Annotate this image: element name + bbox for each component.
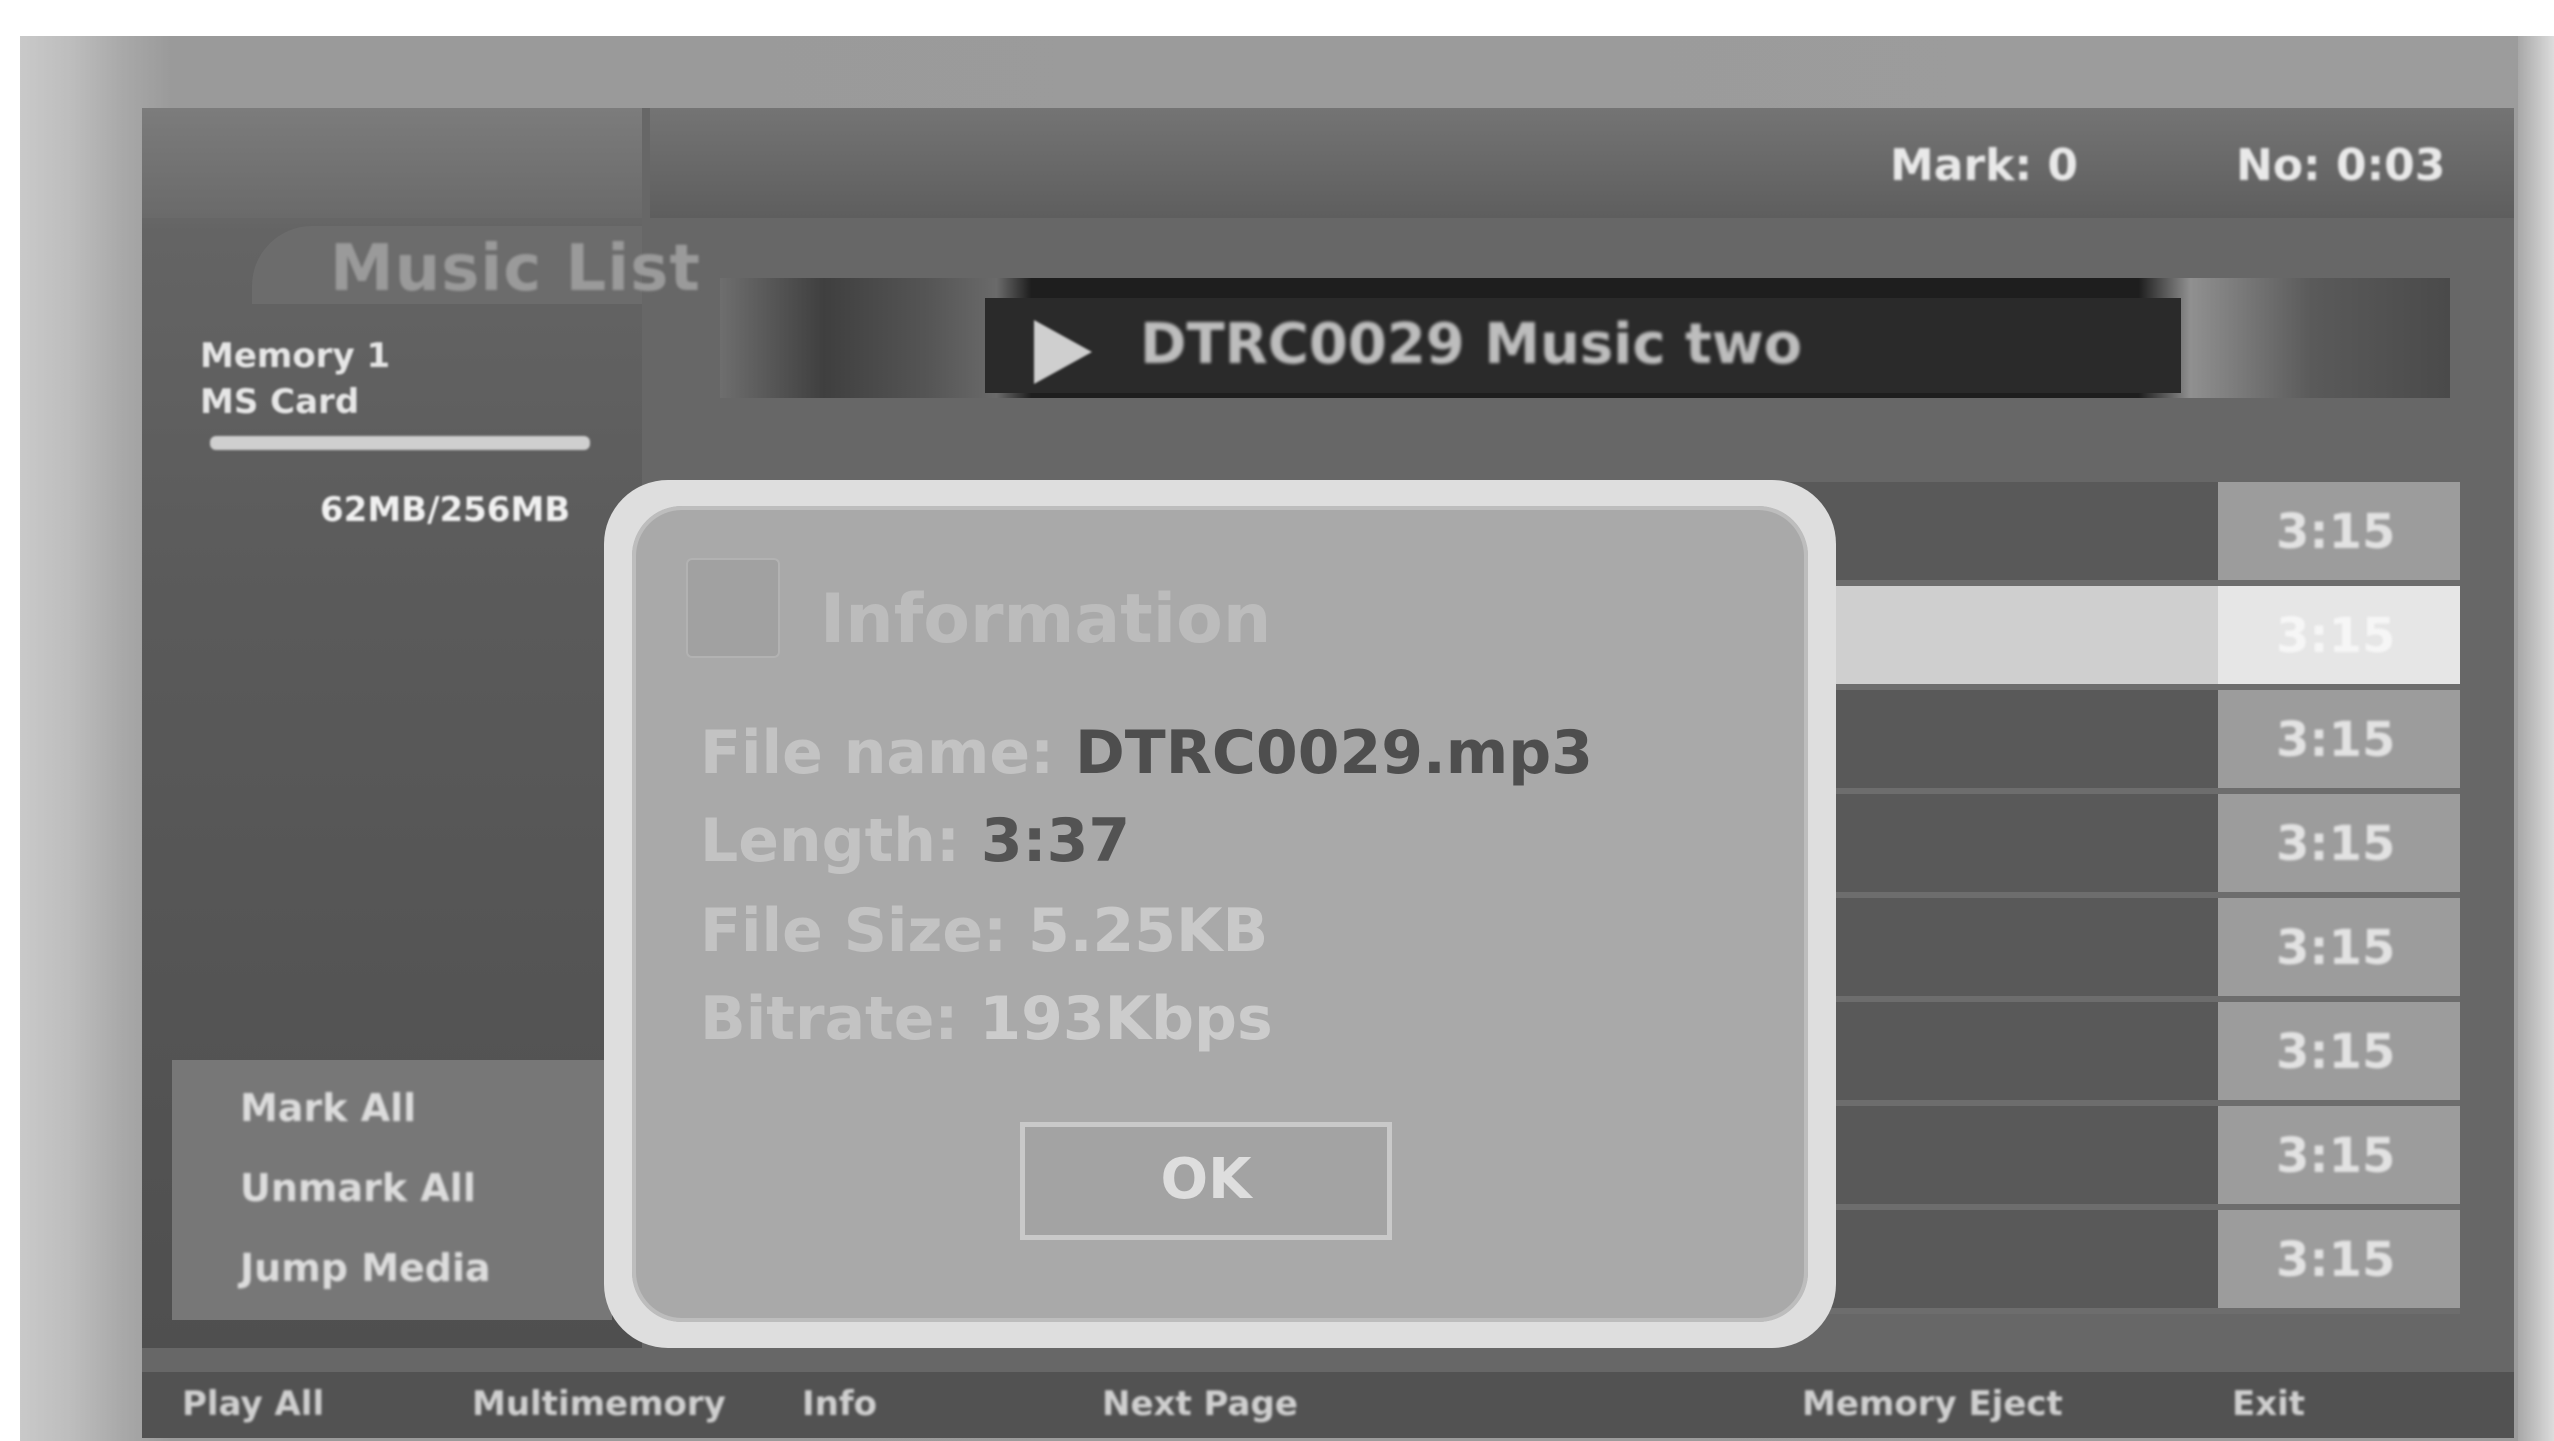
unmark-all-button[interactable]: Unmark All [240, 1166, 476, 1210]
duration-text: 3:15 [2276, 712, 2396, 768]
duration-text: 3:15 [2276, 920, 2396, 976]
track-time: No: 0:03 [2236, 140, 2446, 191]
duration-cell: 3:15 [2218, 482, 2460, 580]
file-name-value: DTRC0029.mp3 [1075, 718, 1593, 788]
duration-cell: 3:15 [2218, 898, 2460, 996]
duration-text: 3:15 [2276, 816, 2396, 872]
bitrate-value: 193Kbps [979, 984, 1273, 1054]
memory-label: Memory 1 [200, 336, 391, 376]
length-row: Length: 3:37 [700, 806, 1130, 876]
file-name-row: File name: DTRC0029.mp3 [700, 718, 1593, 788]
info-hint[interactable]: Info [802, 1384, 877, 1424]
duration-cell: 3:15 [2218, 586, 2460, 684]
jump-media-button[interactable]: Jump Media [240, 1246, 491, 1290]
next-page-hint[interactable]: Next Page [1102, 1384, 1298, 1424]
file-name-label: File name: [700, 718, 1075, 788]
duration-cell: 3:15 [2218, 690, 2460, 788]
memory-eject-hint[interactable]: Memory Eject [1802, 1384, 2063, 1424]
bottom-hint-bar: Play All Multimemory Info Next Page Memo… [142, 1372, 2514, 1438]
mark-count: Mark: 0 [1890, 140, 2078, 191]
play-icon [1034, 320, 1092, 384]
top-bar [650, 108, 2514, 218]
duration-text: 3:15 [2276, 1128, 2396, 1184]
storage-usage-text: 62MB/256MB [320, 490, 571, 530]
now-playing-title: DTRC0029 Music two [1140, 312, 1803, 377]
length-label: Length: [700, 806, 981, 876]
top-left-strip [142, 108, 642, 218]
duration-text: 3:15 [2276, 1232, 2396, 1288]
duration-text: 3:15 [2276, 1024, 2396, 1080]
length-value: 3:37 [980, 806, 1131, 876]
bitrate-row: Bitrate: 193Kbps [700, 984, 1273, 1054]
bitrate-label: Bitrate: [700, 984, 980, 1054]
file-size-row: File Size: 5.25KB [700, 896, 1268, 966]
ok-button[interactable]: OK [1020, 1122, 1392, 1240]
sidebar-title: Music List [330, 232, 701, 306]
sidebar-menu: Mark All Unmark All Jump Media [172, 1060, 612, 1320]
duration-cell: 3:15 [2218, 1002, 2460, 1100]
dialog-title: Information [820, 580, 1272, 659]
frame-edge [2518, 36, 2554, 1441]
duration-cell: 3:15 [2218, 1106, 2460, 1204]
duration-text: 3:15 [2276, 504, 2396, 560]
mark-all-button[interactable]: Mark All [240, 1086, 416, 1130]
file-size-value: 5.25KB [1027, 896, 1269, 966]
card-label: MS Card [200, 382, 360, 422]
storage-usage-bar [210, 436, 590, 450]
duration-cell: 3:15 [2218, 794, 2460, 892]
info-icon [686, 558, 780, 658]
play-all-hint[interactable]: Play All [182, 1384, 324, 1424]
multimemory-hint[interactable]: Multimemory [472, 1384, 726, 1424]
file-size-label: File Size: [700, 896, 1028, 966]
duration-text: 3:15 [2276, 608, 2396, 664]
exit-hint[interactable]: Exit [2232, 1384, 2305, 1424]
duration-cell: 3:15 [2218, 1210, 2460, 1308]
